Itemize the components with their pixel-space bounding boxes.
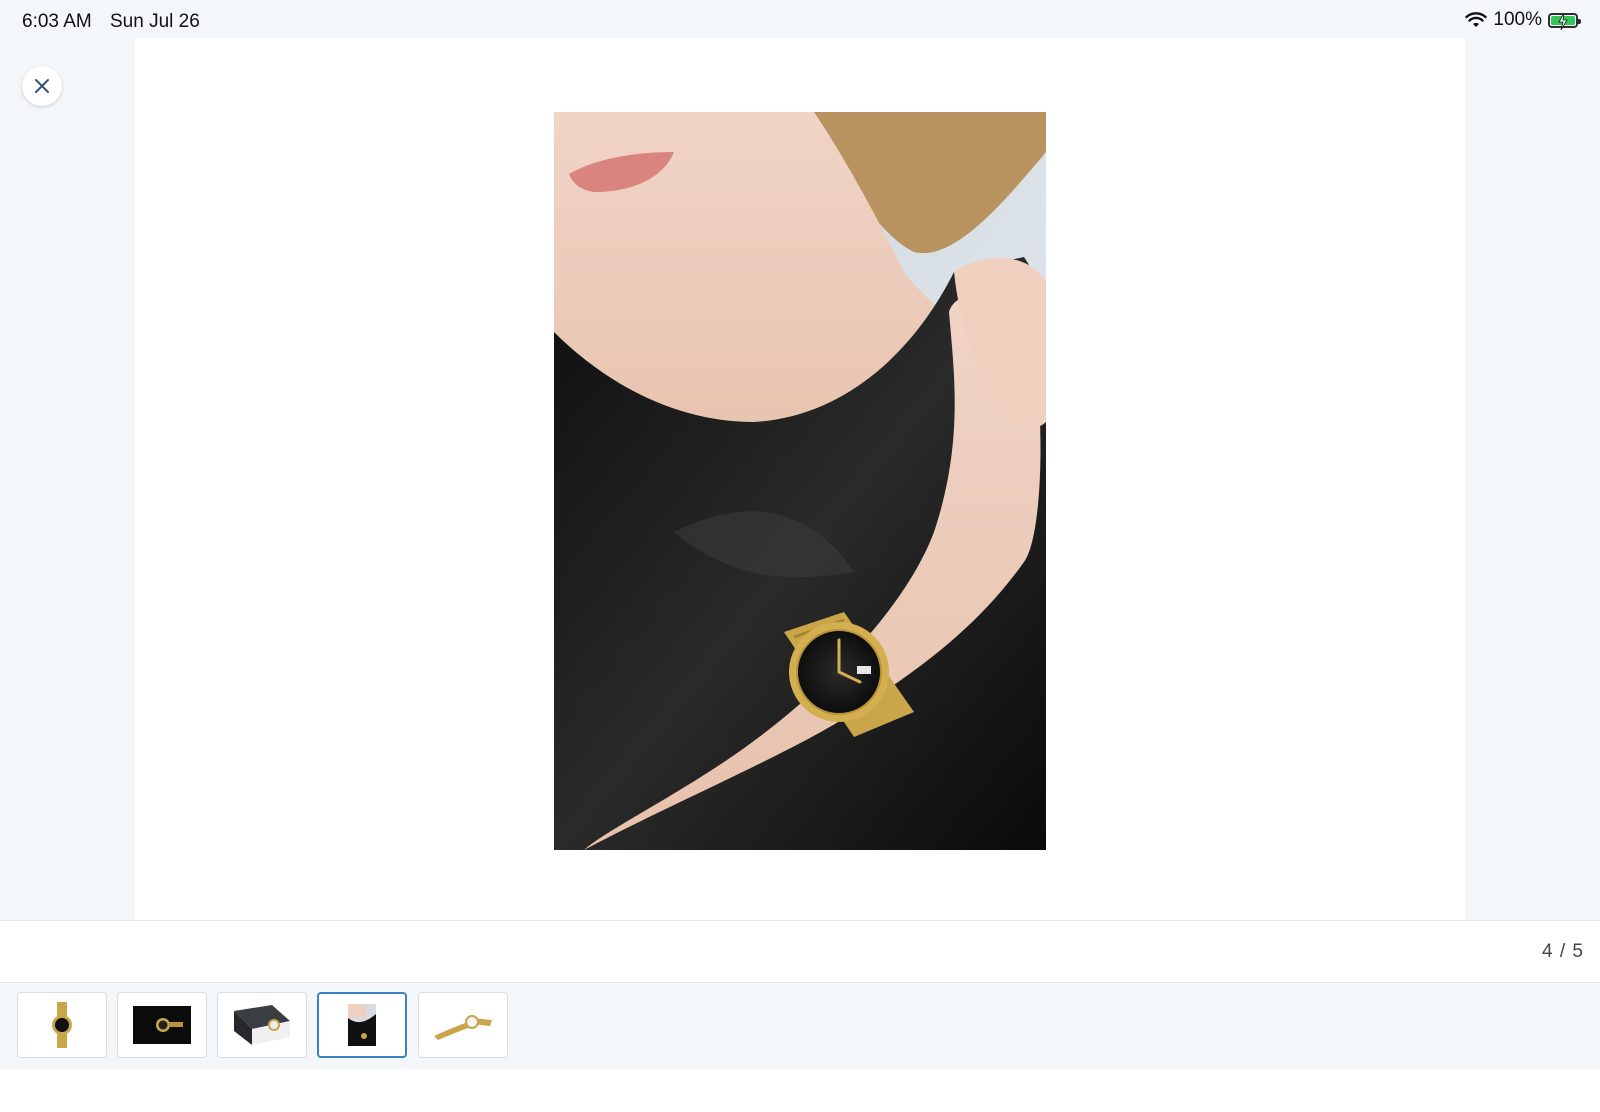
model-wrist-thumbnail[interactable] [317,992,407,1058]
battery-charging-icon [1548,12,1581,30]
pager-bar: 4 / 5 [0,920,1600,983]
bottom-whitespace [0,1069,1600,1112]
status-date: Sun Jul 26 [110,11,200,32]
wifi-icon [1465,12,1488,27]
main-product-image[interactable] [554,112,1046,850]
status-bar: 6:03 AM Sun Jul 26 100% [0,0,1600,38]
watch-dark-thumbnail[interactable] [117,992,207,1058]
battery-percent: 100% [1493,9,1542,30]
watch-box-thumbnail[interactable] [217,992,307,1058]
thumbnail-strip [0,982,1600,1070]
close-button[interactable] [22,66,62,106]
watch-front-thumbnail[interactable] [17,992,107,1058]
close-icon [35,79,49,93]
image-counter: 4 / 5 [1542,941,1584,962]
status-indicators: 100% [1465,9,1581,31]
watch-side-thumbnail[interactable] [418,992,508,1058]
status-time: 6:03 AM [22,11,92,32]
